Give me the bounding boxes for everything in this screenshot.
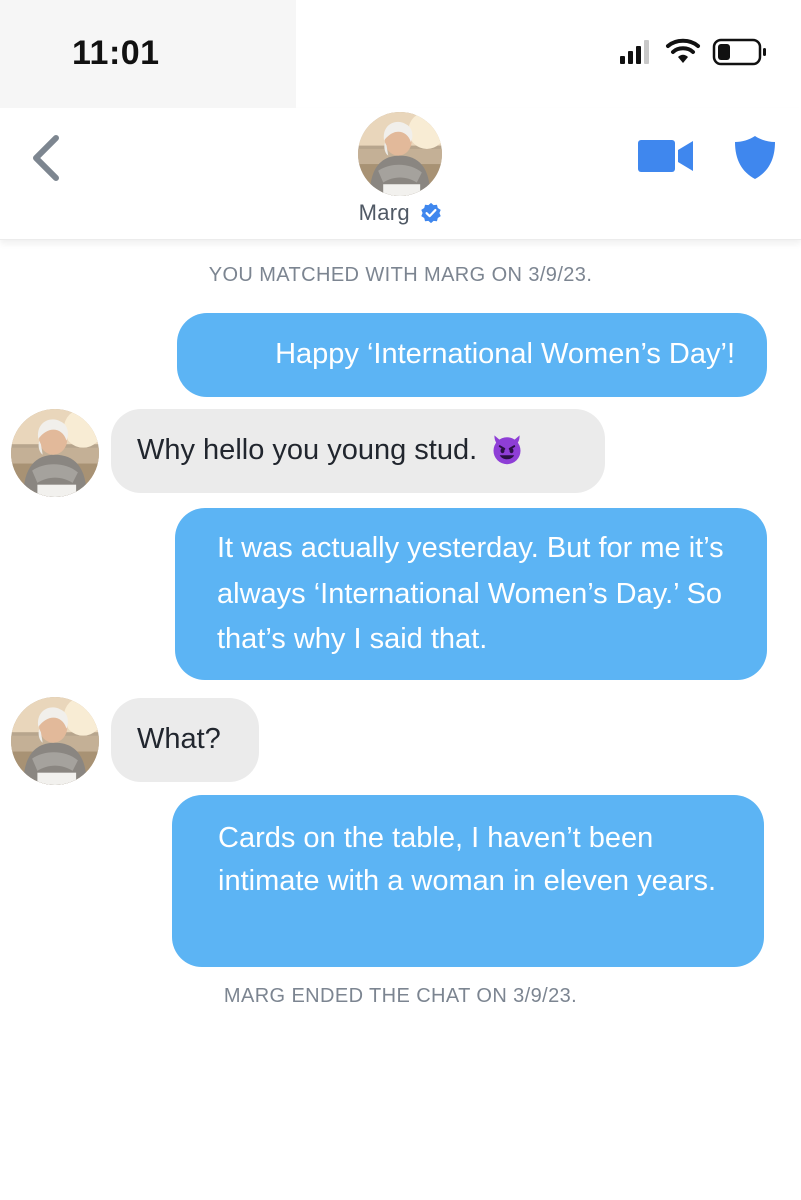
status-bar: 11:01 (0, 0, 801, 108)
battery-icon (712, 38, 766, 66)
safety-toolkit-button[interactable] (734, 134, 776, 180)
status-time: 11:01 (72, 34, 160, 72)
message-outgoing[interactable]: Cards on the table, I haven’t been intim… (172, 795, 764, 967)
match-avatar[interactable] (358, 112, 442, 196)
message-text: Why hello you young stud. (137, 434, 478, 466)
match-name-row: Marg (0, 200, 801, 226)
wifi-icon (666, 38, 700, 63)
status-time-area: 11:01 (0, 0, 296, 108)
status-icons (620, 38, 766, 66)
video-call-button[interactable] (638, 138, 694, 174)
message-outgoing[interactable]: Happy ‘International Women’s Day’! (177, 313, 767, 397)
shield-icon (735, 136, 775, 179)
message-outgoing[interactable]: It was actually yesterday. But for me it… (175, 508, 767, 680)
matched-note: YOU MATCHED WITH MARG ON 3/9/23. (208, 264, 593, 286)
avatar-photo (358, 112, 442, 196)
avatar-photo (11, 697, 99, 785)
message-incoming[interactable]: Why hello you young stud. (111, 409, 605, 493)
message-text: What? (137, 723, 221, 755)
back-button[interactable] (26, 130, 68, 186)
chevron-left-icon (33, 135, 59, 181)
smiling-devil-emoji (493, 435, 521, 465)
chat-ended-note: MARG ENDED THE CHAT ON 3/9/23. (223, 985, 578, 1007)
video-camera-icon (638, 140, 693, 172)
cellular-signal-icon (620, 40, 649, 64)
sender-avatar[interactable] (11, 697, 99, 785)
message-incoming[interactable]: What? (111, 698, 259, 782)
verified-badge-icon (421, 202, 442, 224)
message-text: Cards on the table, I haven’t been intim… (218, 822, 717, 897)
message-text: Happy ‘International Women’s Day’! (275, 338, 735, 370)
sender-avatar[interactable] (11, 409, 99, 497)
avatar-photo (11, 409, 99, 497)
chat-header: Marg (0, 108, 801, 240)
message-text: It was actually yesterday. But for me it… (217, 532, 724, 655)
match-name: Marg (358, 200, 410, 225)
